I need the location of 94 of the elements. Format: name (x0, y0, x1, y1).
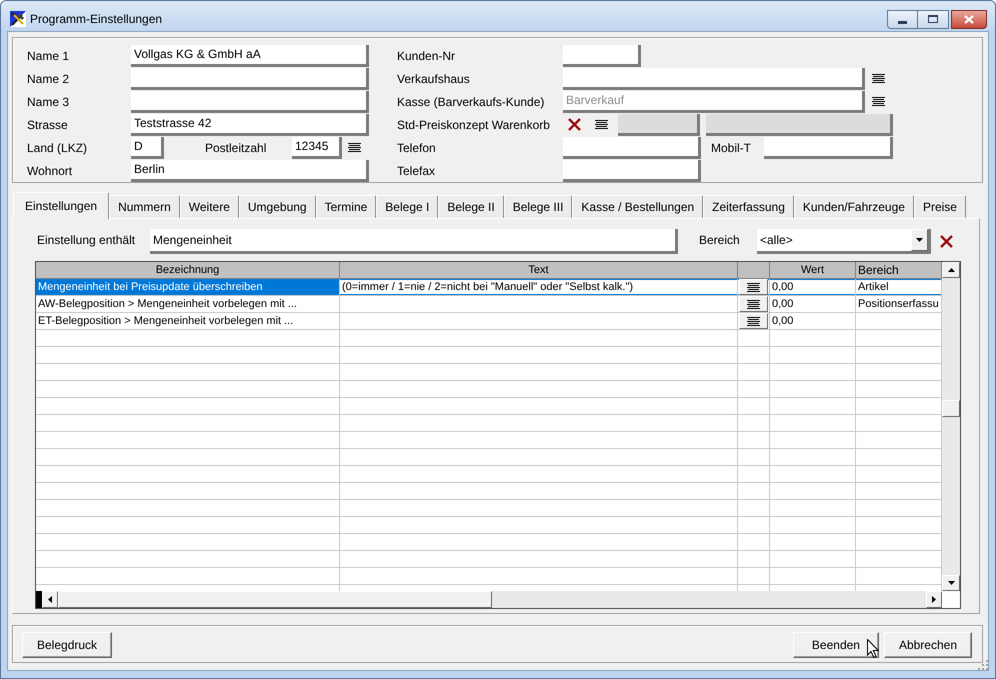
close-icon (964, 14, 974, 24)
dialog-button[interactable]: Belegdruck (22, 632, 112, 658)
tab[interactable]: Belege I (376, 195, 438, 218)
column-header[interactable]: Wert (770, 262, 856, 278)
window-title: Programm-Einstellungen (30, 11, 162, 28)
table-cell: 0,00 (770, 313, 856, 329)
field-label: Name 2 (27, 70, 70, 88)
down-arrow-icon (948, 581, 954, 585)
corner-block (36, 591, 42, 608)
clear-icon[interactable] (568, 118, 581, 131)
text-field[interactable] (563, 160, 701, 182)
text-field[interactable] (131, 90, 369, 112)
column-header[interactable]: Bezeichnung (36, 262, 340, 278)
text-field[interactable] (764, 136, 893, 158)
list-button[interactable] (739, 296, 768, 312)
dropdown-button[interactable] (911, 229, 928, 251)
tab[interactable]: Kasse / Bestellungen (572, 195, 704, 218)
text-field[interactable]: 12345 (292, 136, 342, 158)
field-label: Mobil-T (710, 140, 752, 156)
text-field[interactable] (563, 68, 865, 90)
field-label: Einstellung enthält (37, 232, 136, 249)
scroll-left-button[interactable] (42, 591, 58, 608)
tab[interactable]: Weitere (180, 195, 239, 218)
text-field[interactable]: Teststrasse 42 (131, 114, 369, 136)
maximize-icon (928, 15, 938, 23)
tab[interactable]: Belege III (504, 195, 572, 218)
list-icon[interactable] (595, 120, 608, 129)
table-cell: Mengeneinheit bei Preisupdate überschreiben (36, 279, 340, 295)
right-arrow-icon (932, 596, 936, 603)
table-row[interactable]: Mengeneinheit bei Preisupdate überschreiben (0=immer / 1=nie / 2=nicht bei "Manuell" oder "Selbst kalk.") 0,00 Artikel (36, 279, 942, 296)
clear-icon[interactable] (940, 235, 953, 248)
minimize-icon (898, 20, 907, 24)
tab[interactable]: Nummern (109, 195, 180, 218)
mouse-pointer-icon (867, 639, 879, 658)
list-icon[interactable] (872, 97, 885, 106)
table-cell: ET-Belegposition > Mengeneinheit vorbelegen mit ... (36, 313, 340, 329)
field-label: Std-Preiskonzept Warenkorb (397, 116, 551, 134)
tab[interactable]: Einstellungen (13, 192, 110, 219)
resize-grip-icon[interactable] (977, 659, 989, 671)
tools-icon (10, 11, 26, 27)
list-icon (747, 282, 760, 292)
left-arrow-icon (48, 596, 52, 603)
tab[interactable]: Belege II (438, 195, 504, 218)
field-label: Name 3 (27, 94, 70, 110)
field-label: Kasse (Barverkaufs-Kunde) (397, 94, 546, 110)
tab[interactable]: Preise (914, 195, 966, 218)
text-field[interactable]: D (131, 136, 164, 158)
scroll-down-button[interactable] (942, 575, 960, 591)
list-icon[interactable] (348, 143, 361, 152)
dialog-button[interactable]: Beenden (792, 632, 879, 658)
table-cell: 0,00 (770, 279, 856, 295)
caret-icon (916, 238, 923, 242)
field-label: Strasse (27, 116, 69, 134)
list-icon[interactable] (872, 74, 885, 83)
tab[interactable]: Umgebung (238, 195, 316, 218)
table-row[interactable]: AW-Belegposition > Mengeneinheit vorbelegen mit ... 0,00 Positionserfassu (36, 296, 942, 313)
field-label: Land (LKZ) (27, 140, 88, 156)
scrollbar-thumb[interactable] (58, 591, 492, 608)
field-label: Telefax (397, 162, 436, 180)
field-label: Bereich (699, 232, 741, 249)
scroll-right-button[interactable] (926, 591, 942, 608)
table-cell: 0,00 (770, 296, 856, 312)
text-field[interactable]: Berlin (131, 160, 369, 182)
table-row[interactable]: ET-Belegposition > Mengeneinheit vorbelegen mit ... 0,00 (36, 313, 942, 330)
area-select[interactable]: <alle> (757, 229, 931, 254)
list-button[interactable] (739, 313, 768, 329)
scroll-up-button[interactable] (942, 262, 960, 278)
list-icon (747, 316, 760, 326)
field-label: Wohnort (27, 162, 74, 180)
maximize-button[interactable] (918, 10, 949, 28)
field-label: Name 1 (27, 48, 70, 64)
search-field[interactable]: Mengeneinheit (150, 229, 678, 254)
minimize-button[interactable] (887, 10, 918, 28)
text-field[interactable] (563, 44, 641, 66)
table-cell: AW-Belegposition > Mengeneinheit vorbelegen mit ... (36, 296, 340, 312)
scrollbar-thumb[interactable] (942, 400, 960, 417)
close-button[interactable] (951, 10, 987, 28)
field-label: Postleitzahl (205, 140, 268, 156)
tab[interactable]: Kunden/Fahrzeuge (794, 195, 914, 218)
dialog-button[interactable]: Abbrechen (884, 632, 972, 658)
field-label: Kunden-Nr (397, 48, 456, 64)
field-label: Verkaufshaus (397, 70, 471, 88)
tab[interactable]: Zeiterfassung (703, 195, 794, 218)
list-button[interactable] (739, 279, 768, 295)
tab[interactable]: Termine (316, 195, 376, 218)
text-field[interactable]: Barverkauf (563, 90, 865, 112)
text-field[interactable] (563, 136, 701, 158)
list-icon (747, 300, 760, 308)
field-label: Telefon (397, 140, 437, 156)
text-field[interactable] (131, 68, 369, 90)
table-cell: (0=immer / 1=nie / 2=nicht bei "Manuell" oder "Selbst kalk.") (340, 279, 738, 295)
text-field[interactable]: Vollgas KG & GmbH aA (131, 44, 369, 66)
column-header[interactable]: Text (340, 262, 738, 278)
up-arrow-icon (948, 268, 954, 272)
